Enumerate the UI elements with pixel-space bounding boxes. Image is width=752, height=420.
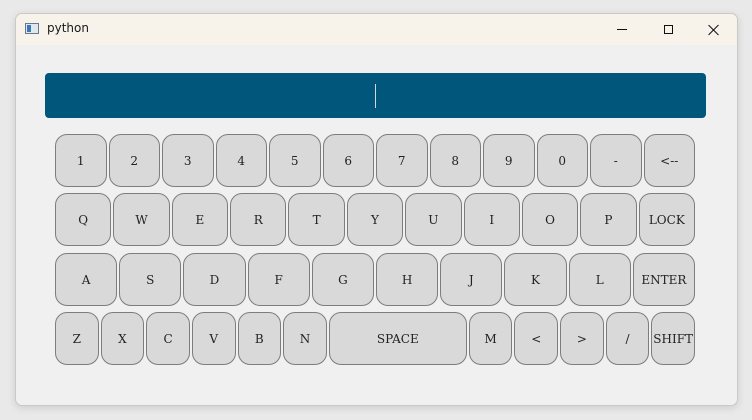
key-t[interactable]: T bbox=[288, 193, 345, 246]
key-u[interactable]: U bbox=[405, 193, 462, 246]
key-1[interactable]: 1 bbox=[55, 134, 107, 187]
key-b[interactable]: B bbox=[237, 312, 282, 365]
key-space[interactable]: SPACE bbox=[328, 312, 467, 365]
key-p[interactable]: P bbox=[580, 193, 637, 246]
key-slash[interactable]: / bbox=[605, 312, 650, 365]
key-less-than[interactable]: < bbox=[514, 312, 559, 365]
key-d[interactable]: D bbox=[183, 253, 246, 306]
minimize-icon bbox=[617, 29, 627, 30]
key-s[interactable]: S bbox=[119, 253, 182, 306]
key-f[interactable]: F bbox=[247, 253, 310, 306]
maximize-button[interactable] bbox=[645, 14, 691, 45]
key-minus[interactable]: - bbox=[590, 134, 642, 187]
key-lock[interactable]: LOCK bbox=[638, 193, 695, 246]
key-9[interactable]: 9 bbox=[483, 134, 535, 187]
key-c[interactable]: C bbox=[146, 312, 190, 365]
close-icon bbox=[708, 24, 720, 36]
key-0[interactable]: 0 bbox=[536, 134, 588, 187]
key-o[interactable]: O bbox=[521, 193, 579, 246]
key-v[interactable]: V bbox=[191, 312, 236, 365]
key-r[interactable]: R bbox=[230, 193, 287, 246]
maximize-icon bbox=[663, 25, 673, 34]
app-window: python 1 2 3 4 5 6 7 8 9 0- <-- Q W E R T Y U I O P LOCK A S D F G… bbox=[15, 13, 738, 406]
key-q[interactable]: Q bbox=[55, 193, 112, 246]
minimize-button[interactable] bbox=[599, 14, 645, 45]
key-j[interactable]: J bbox=[440, 253, 503, 306]
key-w[interactable]: W bbox=[113, 193, 170, 246]
key-7[interactable]: 7 bbox=[376, 134, 428, 187]
key-6[interactable]: 6 bbox=[322, 134, 374, 187]
key-8[interactable]: 8 bbox=[429, 134, 481, 187]
key-k[interactable]: K bbox=[504, 253, 567, 306]
key-x[interactable]: X bbox=[100, 312, 145, 365]
key-a[interactable]: A bbox=[55, 253, 118, 306]
key-greater-than[interactable]: > bbox=[560, 312, 604, 365]
key-shift[interactable]: SHIFT bbox=[651, 312, 695, 365]
text-caret bbox=[375, 83, 376, 108]
key-n[interactable]: N bbox=[283, 312, 327, 365]
key-l[interactable]: L bbox=[568, 253, 631, 306]
key-e[interactable]: E bbox=[171, 193, 229, 246]
key-i[interactable]: I bbox=[463, 193, 520, 246]
text-display[interactable] bbox=[45, 73, 706, 118]
key-backspace[interactable]: <-- bbox=[643, 134, 695, 187]
key-g[interactable]: G bbox=[311, 253, 374, 306]
close-button[interactable] bbox=[691, 14, 737, 45]
key-y[interactable]: Y bbox=[346, 193, 404, 246]
key-2[interactable]: 2 bbox=[108, 134, 160, 187]
key-4[interactable]: 4 bbox=[215, 134, 267, 187]
key-3[interactable]: 3 bbox=[162, 134, 214, 187]
key-h[interactable]: H bbox=[376, 253, 439, 306]
title-bar[interactable]: python bbox=[16, 14, 737, 45]
key-m[interactable]: M bbox=[468, 312, 513, 365]
key-z[interactable]: Z bbox=[55, 312, 99, 365]
python-app-icon bbox=[25, 23, 39, 34]
window-title: python bbox=[47, 21, 89, 35]
key-5[interactable]: 5 bbox=[269, 134, 321, 187]
key-enter[interactable]: ENTER bbox=[632, 253, 695, 306]
